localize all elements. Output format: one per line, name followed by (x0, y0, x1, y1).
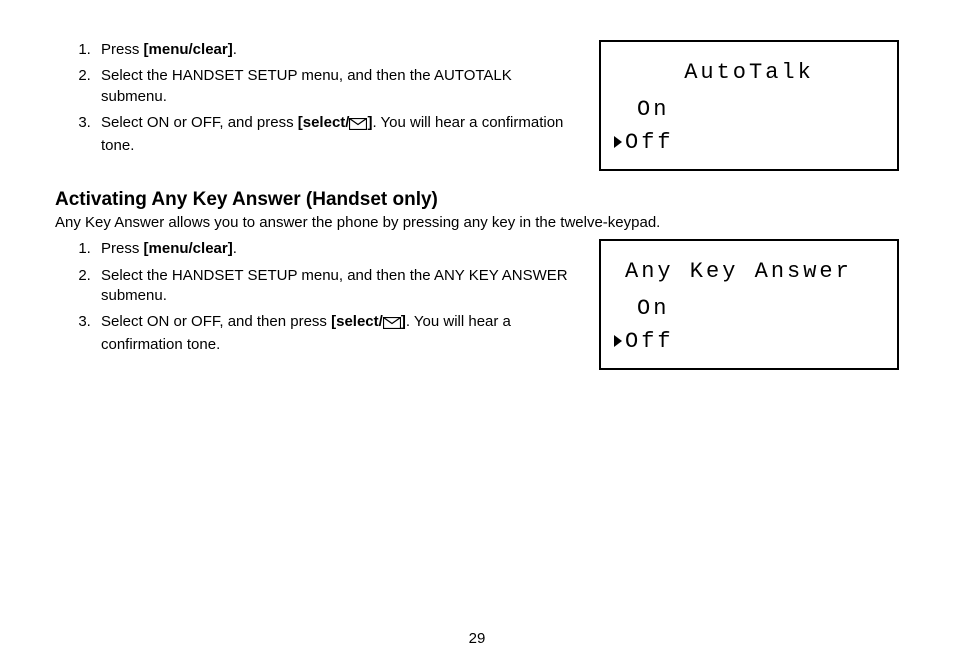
section-anykey: Activating Any Key Answer (Handset only)… (55, 189, 899, 370)
steps-list-anykey: Press [menu/clear]. Select the HANDSET S… (95, 239, 581, 355)
bold-key: [menu/clear] (144, 41, 233, 58)
pointer-icon (613, 325, 625, 358)
lcd-option-off: Off (611, 325, 887, 358)
lcd-option-label: On (637, 93, 669, 126)
heading-anykey: Activating Any Key Answer (Handset only) (55, 189, 899, 211)
lcd-title: Any Key Answer (611, 255, 887, 288)
section-autotalk: Press [menu/clear]. Select the HANDSET S… (55, 40, 899, 171)
step-item: Select ON or OFF, and then press [select… (95, 312, 581, 356)
manual-page: Press [menu/clear]. Select the HANDSET S… (0, 0, 954, 671)
step-text: Press (101, 41, 144, 58)
row-autotalk: Press [menu/clear]. Select the HANDSET S… (55, 40, 899, 171)
step-item: Select the HANDSET SETUP menu, and then … (95, 266, 581, 307)
bold-key: [select/] (298, 114, 373, 131)
instructions-anykey: Press [menu/clear]. Select the HANDSET S… (55, 239, 581, 361)
step-text: Select ON or OFF, and press (101, 114, 298, 131)
step-item: Press [menu/clear]. (95, 40, 581, 60)
lcd-option-on: On (611, 292, 887, 325)
pointer-empty (625, 292, 637, 325)
step-text: Select the HANDSET SETUP menu, and then … (101, 267, 568, 304)
lcd-option-label: On (637, 292, 669, 325)
pointer-icon (613, 126, 625, 159)
envelope-icon (349, 116, 367, 136)
lcd-option-label: Off (625, 126, 674, 159)
step-text: Select ON or OFF, and then press (101, 313, 331, 330)
steps-list-autotalk: Press [menu/clear]. Select the HANDSET S… (95, 40, 581, 156)
bold-key: [menu/clear] (144, 240, 233, 257)
step-item: Select the HANDSET SETUP menu, and then … (95, 66, 581, 107)
step-text: Press (101, 240, 144, 257)
description-anykey: Any Key Answer allows you to answer the … (55, 213, 899, 233)
lcd-autotalk: AutoTalk On Off (599, 40, 899, 171)
lcd-option-on: On (611, 93, 887, 126)
lcd-title: AutoTalk (611, 56, 887, 89)
step-item: Select ON or OFF, and press [select/]. Y… (95, 113, 581, 157)
row-anykey: Press [menu/clear]. Select the HANDSET S… (55, 239, 899, 370)
page-number: 29 (0, 630, 954, 647)
step-text: Select the HANDSET SETUP menu, and then … (101, 67, 512, 104)
lcd-option-label: Off (625, 325, 674, 358)
pointer-empty (625, 93, 637, 126)
envelope-icon (383, 315, 401, 335)
lcd-anykey: Any Key Answer On Off (599, 239, 899, 370)
instructions-autotalk: Press [menu/clear]. Select the HANDSET S… (55, 40, 581, 162)
step-text: . (233, 240, 237, 257)
lcd-option-off: Off (611, 126, 887, 159)
step-item: Press [menu/clear]. (95, 239, 581, 259)
step-text: . (233, 41, 237, 58)
bold-key: [select/] (331, 313, 406, 330)
